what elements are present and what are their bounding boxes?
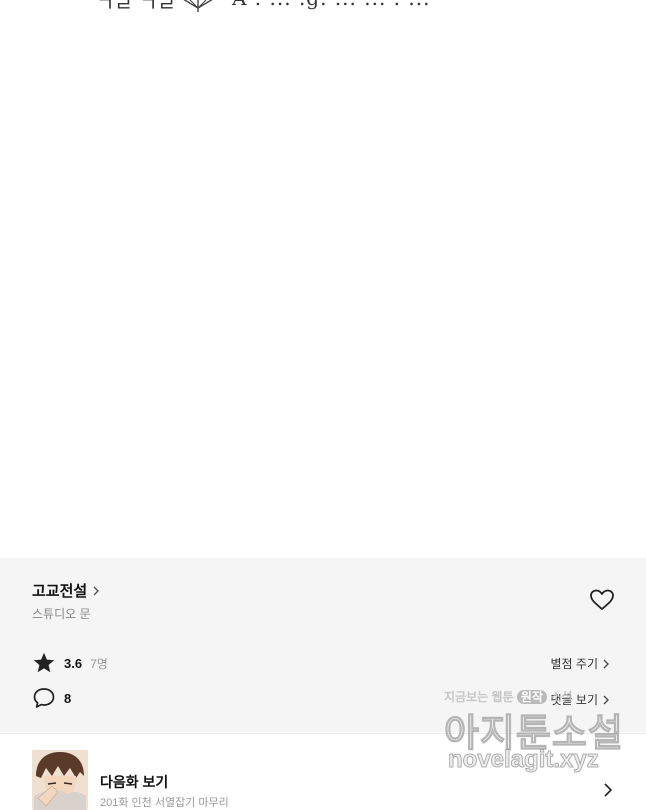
series-title-link[interactable]: 고교전설 [32, 580, 101, 601]
next-episode-thumbnail-art [32, 750, 88, 810]
rate-button-label: 별점 주기 [550, 657, 599, 671]
series-author: 스튜디오 문 [32, 607, 91, 621]
heart-icon[interactable] [589, 588, 615, 612]
rating-summary: 3.6 7명 [32, 651, 108, 675]
next-episode-subtitle: 201화 인천 서열잡기 마무리 [100, 797, 229, 809]
artwork-lettering-left: ㄱㄹ ㄱㄹ [96, 0, 176, 16]
comic-artwork: ㄱㄹ ㄱㄹ A . ... .g. ... ... . ... [0, 0, 646, 558]
next-episode-label: 다음화 보기 [100, 774, 169, 790]
rate-button[interactable]: 별점 주기 [551, 655, 611, 672]
rating-voters: 7명 [90, 656, 108, 671]
chevron-right-icon [604, 783, 613, 797]
comment-count: 8 [64, 690, 72, 706]
artwork-lettering: A . ... .g. ... ... . ... [232, 0, 430, 10]
comment-icon [33, 688, 55, 708]
series-title: 고교전설 [32, 583, 88, 600]
series-info-panel: 고교전설 스튜디오 문 3.6 7명 별점 주기 8 댓글 보기 [0, 558, 646, 732]
comment-summary: 8 [32, 686, 71, 710]
view-comments-label: 댓글 보기 [550, 693, 599, 707]
rating-score: 3.6 [64, 655, 83, 671]
next-episode-button[interactable]: 다음화 보기 201화 인천 서열잡기 마무리 [0, 733, 646, 810]
view-comments-button[interactable]: 댓글 보기 [551, 691, 611, 708]
chevron-right-icon [603, 659, 609, 668]
chevron-right-icon [93, 586, 100, 595]
chevron-right-icon [603, 695, 609, 704]
umbrella-icon [183, 0, 213, 12]
next-episode-thumbnail [32, 750, 88, 810]
star-icon [33, 652, 55, 673]
